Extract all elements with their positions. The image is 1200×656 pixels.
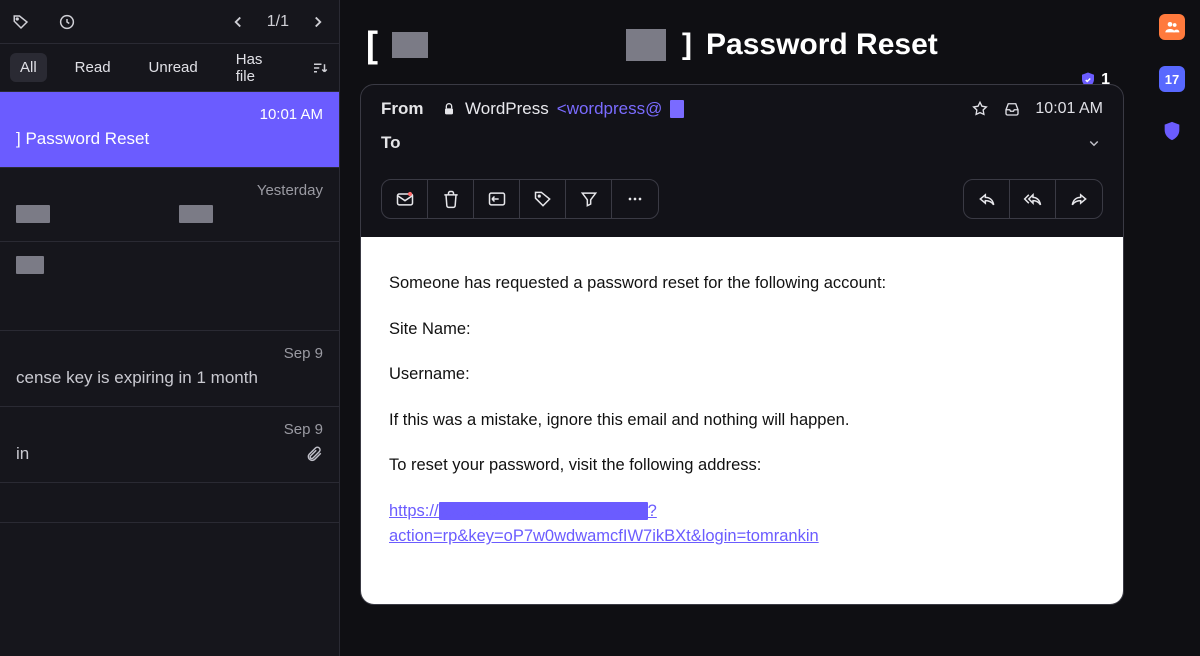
- body-paragraph: Someone has requested a password reset f…: [389, 271, 1095, 297]
- list-toolbar: 1/1: [0, 0, 339, 44]
- message-subject: cense key is expiring in 1 month: [16, 368, 323, 388]
- reply-all-button[interactable]: [1010, 180, 1056, 218]
- message-subject: ] Password Reset: [16, 129, 323, 149]
- email-action-bar: [361, 167, 1123, 237]
- star-icon[interactable]: [971, 100, 989, 118]
- email-from-row: From WordPress <wordpress@: [361, 85, 1123, 133]
- email-from[interactable]: WordPress <wordpress@: [441, 99, 684, 119]
- reset-link[interactable]: https://XXXXXXXXXXXXXXXXXXX?action=rp&ke…: [389, 502, 819, 546]
- reset-link-paragraph: https://XXXXXXXXXXXXXXXXXXX?action=rp&ke…: [389, 499, 1095, 550]
- pager-next-icon[interactable]: [309, 13, 327, 31]
- message-row[interactable]: [0, 242, 339, 331]
- tab-all[interactable]: All: [10, 53, 47, 82]
- clock-icon[interactable]: [58, 13, 76, 31]
- attachment-icon: [305, 445, 323, 463]
- more-button[interactable]: [612, 180, 658, 218]
- message-subject: [16, 256, 323, 274]
- reading-pane: [ ] Password Reset 1 From WordPress <wor…: [340, 0, 1144, 656]
- from-label: From: [381, 99, 441, 119]
- body-paragraph: Username:: [389, 362, 1095, 388]
- tab-hasfile[interactable]: Has file: [226, 45, 293, 91]
- message-row[interactable]: [0, 483, 339, 523]
- contacts-icon[interactable]: [1159, 14, 1185, 40]
- tab-unread[interactable]: Unread: [139, 53, 208, 82]
- body-paragraph: If this was a mistake, ignore this email…: [389, 408, 1095, 434]
- reply-button[interactable]: [964, 180, 1010, 218]
- shield-icon[interactable]: [1159, 118, 1185, 144]
- calendar-icon[interactable]: 17: [1159, 66, 1185, 92]
- email-card: From WordPress <wordpress@: [360, 84, 1124, 605]
- message-row[interactable]: Yesterday: [0, 168, 339, 242]
- message-subject: in: [16, 444, 305, 464]
- to-label: To: [381, 133, 441, 153]
- message-time: Sep 9: [284, 345, 323, 362]
- message-time: Sep 9: [284, 421, 323, 438]
- message-row[interactable]: Sep 9 in: [0, 407, 339, 483]
- label-button[interactable]: [520, 180, 566, 218]
- tab-read[interactable]: Read: [65, 53, 121, 82]
- tag-icon[interactable]: [12, 13, 30, 31]
- email-time: 10:01 AM: [1035, 100, 1103, 118]
- trash-button[interactable]: [428, 180, 474, 218]
- chevron-down-icon[interactable]: [1085, 134, 1103, 152]
- message-row-selected[interactable]: 10:01 AM ] Password Reset: [0, 92, 339, 168]
- sort-icon[interactable]: [311, 59, 329, 77]
- email-title: [ ] Password Reset: [360, 18, 1124, 84]
- message-time: Yesterday: [257, 182, 323, 199]
- filter-button[interactable]: [566, 180, 612, 218]
- mark-unread-button[interactable]: [382, 180, 428, 218]
- body-paragraph: Site Name:: [389, 317, 1095, 343]
- email-body: Someone has requested a password reset f…: [361, 237, 1123, 604]
- email-to-row[interactable]: To: [361, 133, 1123, 167]
- inbox-icon[interactable]: [1003, 100, 1021, 118]
- body-paragraph: To reset your password, visit the follow…: [389, 453, 1095, 479]
- pager-prev-icon[interactable]: [229, 13, 247, 31]
- message-time: 10:01 AM: [260, 106, 323, 123]
- forward-button[interactable]: [1056, 180, 1102, 218]
- filter-tabs: All Read Unread Has file: [0, 44, 339, 92]
- message-row[interactable]: Sep 9 cense key is expiring in 1 month: [0, 331, 339, 407]
- message-subject: [16, 205, 323, 223]
- right-rail: 17: [1144, 0, 1200, 656]
- archive-button[interactable]: [474, 180, 520, 218]
- pager-count: 1/1: [267, 13, 289, 31]
- message-list-pane: 1/1 All Read Unread Has file 10:01 AM ] …: [0, 0, 340, 656]
